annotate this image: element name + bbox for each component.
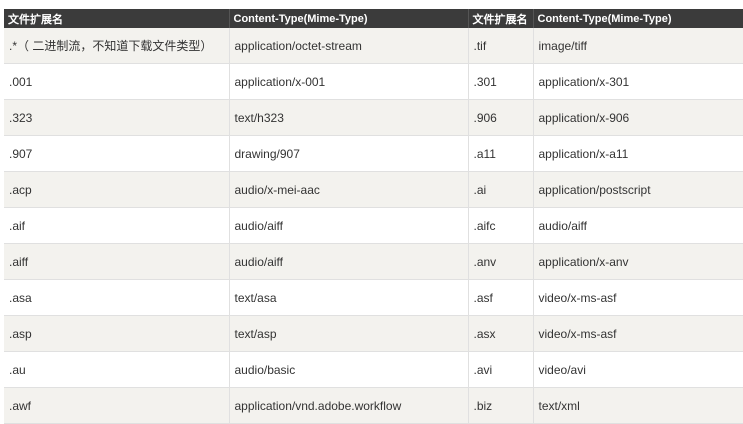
cell-content-type: application/x-001	[229, 63, 469, 100]
cell-content-type: audio/aiff	[533, 207, 743, 244]
cell-content-type: application/octet-stream	[229, 28, 469, 64]
cell-content-type: text/asa	[229, 279, 469, 316]
cell-extension: .anv	[468, 243, 534, 280]
cell-content-type: image/tiff	[533, 28, 743, 64]
cell-content-type: audio/x-mei-aac	[229, 171, 469, 208]
cell-extension: .acp	[4, 171, 230, 208]
cell-content-type: drawing/907	[229, 135, 469, 172]
header-content-type: Content-Type(Mime-Type)	[533, 9, 743, 28]
cell-extension: .asx	[468, 315, 534, 352]
table-row: .acp audio/x-mei-aac .ai application/postsc…	[4, 171, 743, 208]
cell-content-type: video/x-ms-asf	[533, 315, 743, 352]
cell-content-type: video/avi	[533, 351, 743, 388]
table-row: .001 application/x-001.301 application/x-3…	[4, 63, 743, 100]
cell-extension: .aiff	[4, 243, 230, 280]
cell-extension: .avi	[468, 351, 534, 388]
table-row: .asp text/asp .asx video/x-ms-asf	[4, 315, 743, 352]
mime-type-table: 文件扩展名 Content-Type(Mime-Type) 文件扩展名 Cont…	[4, 9, 743, 424]
cell-extension: .a11	[468, 135, 534, 172]
cell-extension: .301	[468, 63, 534, 100]
table-row: .au audio/basic .avi video/avi	[4, 351, 743, 388]
cell-content-type: text/asp	[229, 315, 469, 352]
cell-content-type: application/postscript	[533, 171, 743, 208]
cell-content-type: text/h323	[229, 99, 469, 136]
cell-extension: .asf	[468, 279, 534, 316]
cell-content-type: application/x-906	[533, 99, 743, 136]
cell-content-type: text/xml	[533, 387, 743, 424]
cell-extension: .aifc	[468, 207, 534, 244]
table-row: .awf application/vnd.adobe.workflow .biz te…	[4, 387, 743, 424]
table-row: .aiff audio/aiff .anv application/x-anv	[4, 243, 743, 280]
cell-extension: .323	[4, 99, 230, 136]
cell-extension: .ai	[468, 171, 534, 208]
cell-content-type: application/x-anv	[533, 243, 743, 280]
cell-content-type: audio/basic	[229, 351, 469, 388]
cell-extension: .*（ 二进制流，不知道下载文件类型）	[4, 28, 230, 64]
cell-extension: .001	[4, 63, 230, 100]
table-row: .323 text/h323.906 application/x-906	[4, 99, 743, 136]
cell-content-type: video/x-ms-asf	[533, 279, 743, 316]
cell-extension: .aif	[4, 207, 230, 244]
header-content-type: Content-Type(Mime-Type)	[229, 9, 469, 28]
cell-content-type: audio/aiff	[229, 243, 469, 280]
header-extension: 文件扩展名	[468, 9, 534, 28]
table-row: .aif audio/aiff .aifc audio/aiff	[4, 207, 743, 244]
cell-extension: .au	[4, 351, 230, 388]
cell-extension: .907	[4, 135, 230, 172]
cell-extension: .awf	[4, 387, 230, 424]
cell-extension: .tif	[468, 28, 534, 64]
table-row: .asa text/asa .asf video/x-ms-asf	[4, 279, 743, 316]
cell-extension: .asp	[4, 315, 230, 352]
header-extension: 文件扩展名	[4, 9, 230, 28]
cell-extension: .asa	[4, 279, 230, 316]
cell-content-type: application/x-301	[533, 63, 743, 100]
table-row: .*（ 二进制流，不知道下载文件类型） application/octet-str…	[4, 28, 743, 64]
cell-content-type: audio/aiff	[229, 207, 469, 244]
cell-content-type: application/x-a11	[533, 135, 743, 172]
table-header-row: 文件扩展名 Content-Type(Mime-Type) 文件扩展名 Cont…	[4, 9, 743, 28]
cell-extension: .906	[468, 99, 534, 136]
table-body: .*（ 二进制流，不知道下载文件类型） application/octet-str…	[4, 28, 743, 424]
cell-extension: .biz	[468, 387, 534, 424]
table-row: .907 drawing/907 .a11 application/x-a11	[4, 135, 743, 172]
cell-content-type: application/vnd.adobe.workflow	[229, 387, 469, 424]
